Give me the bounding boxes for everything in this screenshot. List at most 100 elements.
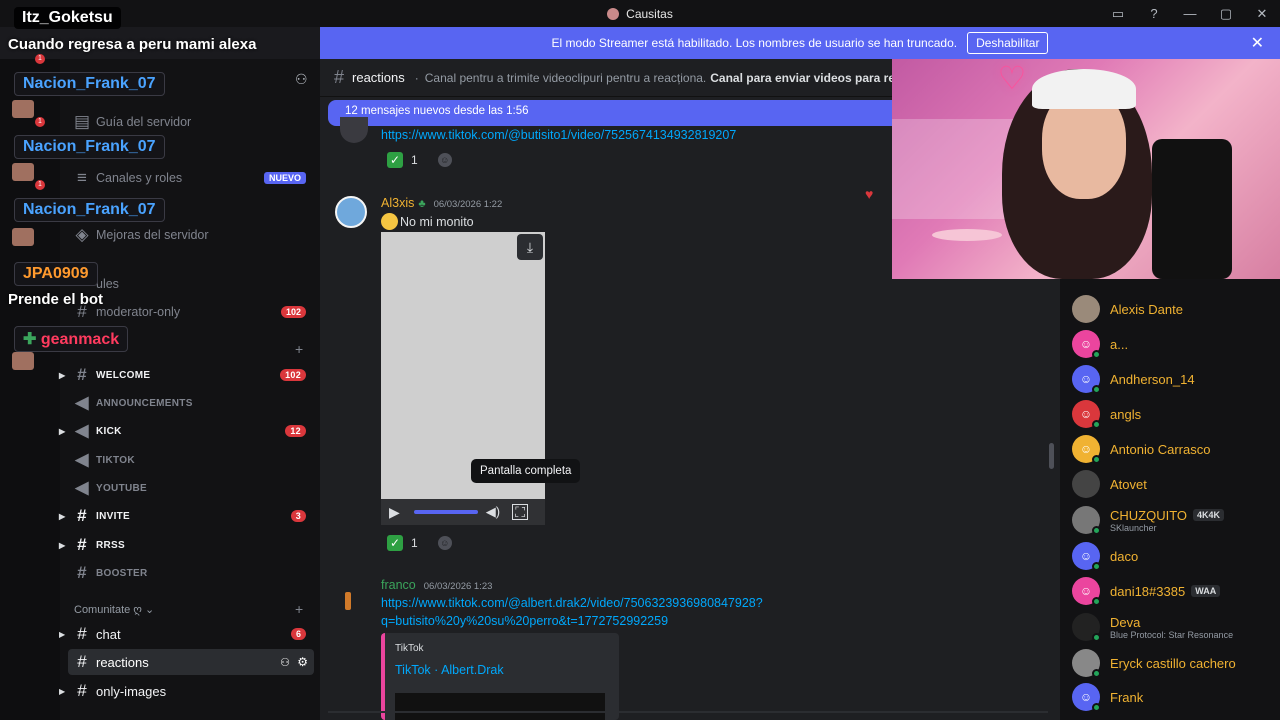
play-icon[interactable]: ▶ [389,504,400,521]
notification-badge: 1 [35,180,45,190]
gear-icon[interactable]: ⚙ [297,655,308,669]
message-header: Al3xis ♣ 06/03/2026 1:22 [381,196,502,210]
message-link[interactable]: https://www.tiktok.com/@butisito1/video/… [381,128,736,142]
volume-icon[interactable]: ◀) [486,504,500,520]
sidebar-item-youtube[interactable]: ◀ YOUTUBE [68,475,314,501]
message-author[interactable]: Al3xis [381,196,414,210]
member-name: a... [1110,336,1129,352]
sidebar-item-announcements[interactable]: ◀ ANNOUNCEMENTS [68,390,314,416]
hash-icon: # [77,652,87,671]
status-icon [1092,703,1101,712]
avatar[interactable] [345,592,351,610]
sidebar-item-label: INVITE [96,510,131,522]
sidebar-item-boosts[interactable]: ◈ Mejoras del servidor [68,222,314,248]
sidebar-item-rrss[interactable]: ▶ # RRSS [59,532,314,558]
caret-icon: ▶ [59,686,66,696]
reaction-count: 1 [411,536,418,550]
avatar [1072,470,1100,498]
sidebar-item-moderator-only[interactable]: # moderator-only 102 [68,299,314,325]
embed-provider: TikTok [395,643,424,654]
close-icon[interactable]: ✕ [1244,6,1280,22]
add-reaction-icon[interactable]: ☺ [437,536,452,550]
member-item[interactable]: ☺ Antonio Carrasco [1072,435,1272,464]
inbox-icon[interactable]: ▭ [1100,6,1136,22]
caret-icon: ▶ [59,426,66,436]
add-channel-icon[interactable]: + [295,601,303,617]
plus-icon: ✚ [23,331,37,348]
add-friend-icon[interactable]: ⚇ [295,71,308,88]
sidebar-item-guide[interactable]: ▤ Guía del servidor [68,109,314,135]
sidebar-item-label: only-images [96,683,167,699]
message-text: No mi monito [400,214,474,229]
message-header: franco 06/03/2026 1:23 [381,578,492,592]
member-item[interactable]: ☺ Frank [1072,683,1272,712]
check-icon[interactable]: ✓ [387,535,403,551]
embed-title[interactable]: TikTok · Albert.Drak [395,663,504,677]
message-author[interactable]: franco [381,578,416,592]
fullscreen-icon[interactable]: ⛶ [512,504,529,520]
hash-icon: # [334,67,345,87]
category-header[interactable]: Comunitate ღ ⌄ [74,603,154,616]
new-messages-bar[interactable]: 12 mensajes nuevos desde las 1:56 [328,100,928,126]
message-link[interactable]: q=butisito%20y%20su%20perro&t=1772752992… [381,614,668,628]
discord-icon: ☺ [1072,330,1101,359]
volume-slider[interactable] [413,510,478,514]
list-icon: ≡ [77,168,87,187]
member-item[interactable]: ☺ Andherson_14 [1072,365,1272,394]
avatar[interactable] [335,196,367,228]
sidebar-item-reactions[interactable]: # reactions ⚇ ⚙ [68,649,314,675]
sidebar-item-label: YOUTUBE [96,482,147,494]
member-item[interactable]: Atovet [1072,470,1272,498]
unread-badge: 102 [280,369,306,381]
close-banner-icon[interactable]: ✕ [1251,33,1264,53]
add-channel-icon[interactable]: + [295,341,303,357]
download-icon[interactable]: ⤓ [517,234,543,260]
sidebar-item-invite[interactable]: ▶ # INVITE 3 [59,503,314,529]
message-link[interactable]: https://www.tiktok.com/@albert.drak2/vid… [381,596,763,610]
add-reaction-icon[interactable]: ☺ [437,153,452,167]
unread-badge: 3 [290,510,306,522]
member-item[interactable]: Eryck castillo cachero [1072,649,1272,678]
reaction-bar: ✓ 1 ☺ [387,152,452,168]
member-item[interactable]: ☺ dani18#3385 WAA [1072,577,1272,606]
member-item[interactable]: CHUZQUITO 4K4K SKlauncher [1072,506,1272,535]
member-item[interactable]: ☺ a... [1072,330,1272,359]
avatar[interactable] [340,117,368,143]
sidebar-item-booster[interactable]: # BOOSTER [68,560,314,586]
disable-streamer-button[interactable]: Deshabilitar [967,32,1049,54]
reaction-bar: ✓ 1 ☺ [387,535,452,551]
sidebar-item-only-images[interactable]: ▶ # only-images [59,678,314,704]
overlay-username: ✚ geanmack [14,326,129,352]
status-icon [1092,350,1101,359]
member-item[interactable]: Deva Blue Protocol: Star Resonance [1072,613,1272,642]
member-name: Andherson_14 [1110,371,1195,387]
megaphone-icon: ◀ [75,393,89,412]
embed-thumbnail[interactable] [395,693,605,720]
sidebar-item-label: Guía del servidor [96,115,192,129]
sidebar-item-welcome[interactable]: ▶ # WELCOME 102 [59,362,314,388]
avatar [1072,613,1101,642]
invite-icon[interactable]: ⚇ [280,656,290,669]
reaction-count: 1 [411,153,418,167]
help-icon[interactable]: ? [1136,6,1172,21]
check-icon[interactable]: ✓ [387,152,403,168]
member-item[interactable]: Alexis Dante [1072,295,1272,323]
sidebar-item-kick[interactable]: ▶ ◀ KICK 12 [59,418,314,444]
discord-icon: ☺ [1072,365,1101,394]
caret-icon: ▶ [59,629,66,639]
hash-icon: # [77,535,87,554]
minimize-icon[interactable]: — [1172,6,1208,21]
member-item[interactable]: ☺ daco [1072,542,1272,571]
scrollbar[interactable] [1049,443,1054,469]
sidebar-item-rules[interactable]: ules [68,271,314,297]
sidebar-item-label: ANNOUNCEMENTS [96,397,193,409]
member-name: angls [1110,406,1142,422]
sidebar-item-label: chat [96,626,121,642]
sidebar-item-chat[interactable]: ▶ # chat 6 [59,621,314,647]
avatar [12,163,34,181]
maximize-icon[interactable]: ▢ [1208,6,1244,22]
notification-badge: 1 [35,54,45,64]
member-item[interactable]: ☺ angls [1072,400,1272,429]
sidebar-item-tiktok[interactable]: ◀ TIKTOK [68,447,314,473]
sidebar-item-channels-roles[interactable]: ≡ Canales y roles NUEVO [68,165,314,191]
